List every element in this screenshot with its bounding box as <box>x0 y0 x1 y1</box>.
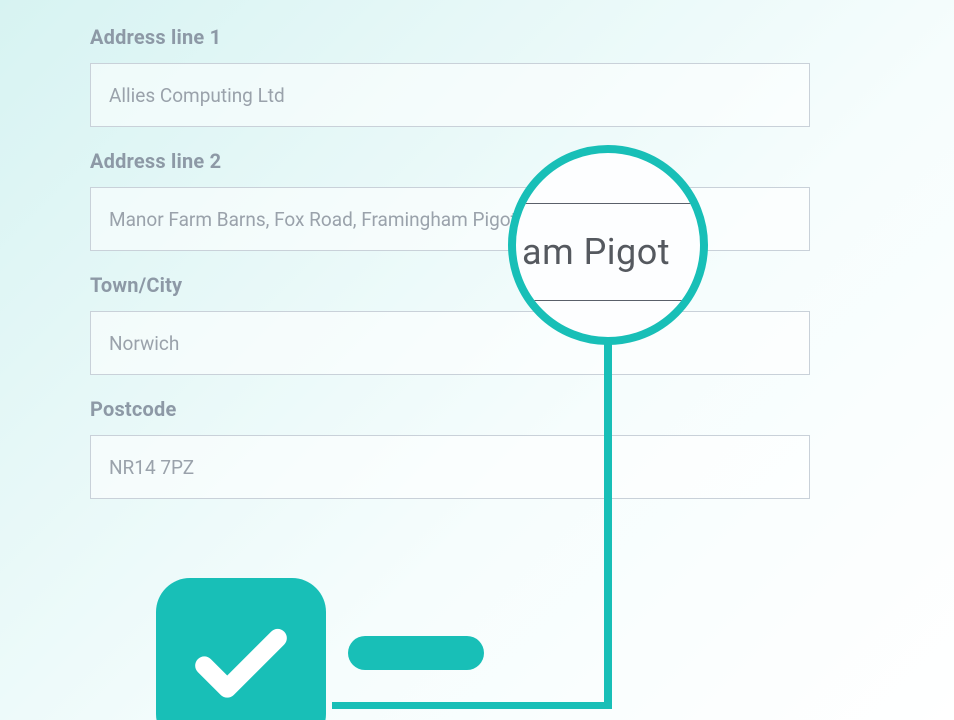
input-town-city[interactable] <box>90 311 810 375</box>
label-address-line-2: Address line 2 <box>90 149 810 173</box>
field-address-line-2: Address line 2 <box>90 149 810 251</box>
label-postcode: Postcode <box>90 397 810 421</box>
magnifier-connector <box>332 702 612 709</box>
field-town-city: Town/City <box>90 273 810 375</box>
label-town-city: Town/City <box>90 273 810 297</box>
validation-check-tile <box>156 578 326 720</box>
label-address-line-1: Address line 1 <box>90 25 810 49</box>
input-address-line-1[interactable] <box>90 63 810 127</box>
address-form: Address line 1 Address line 2 Town/City … <box>90 25 810 521</box>
field-postcode: Postcode <box>90 397 810 499</box>
input-postcode[interactable] <box>90 435 810 499</box>
decorative-bar <box>348 636 484 670</box>
field-address-line-1: Address line 1 <box>90 25 810 127</box>
check-icon <box>186 606 296 720</box>
input-address-line-2[interactable] <box>90 187 810 251</box>
